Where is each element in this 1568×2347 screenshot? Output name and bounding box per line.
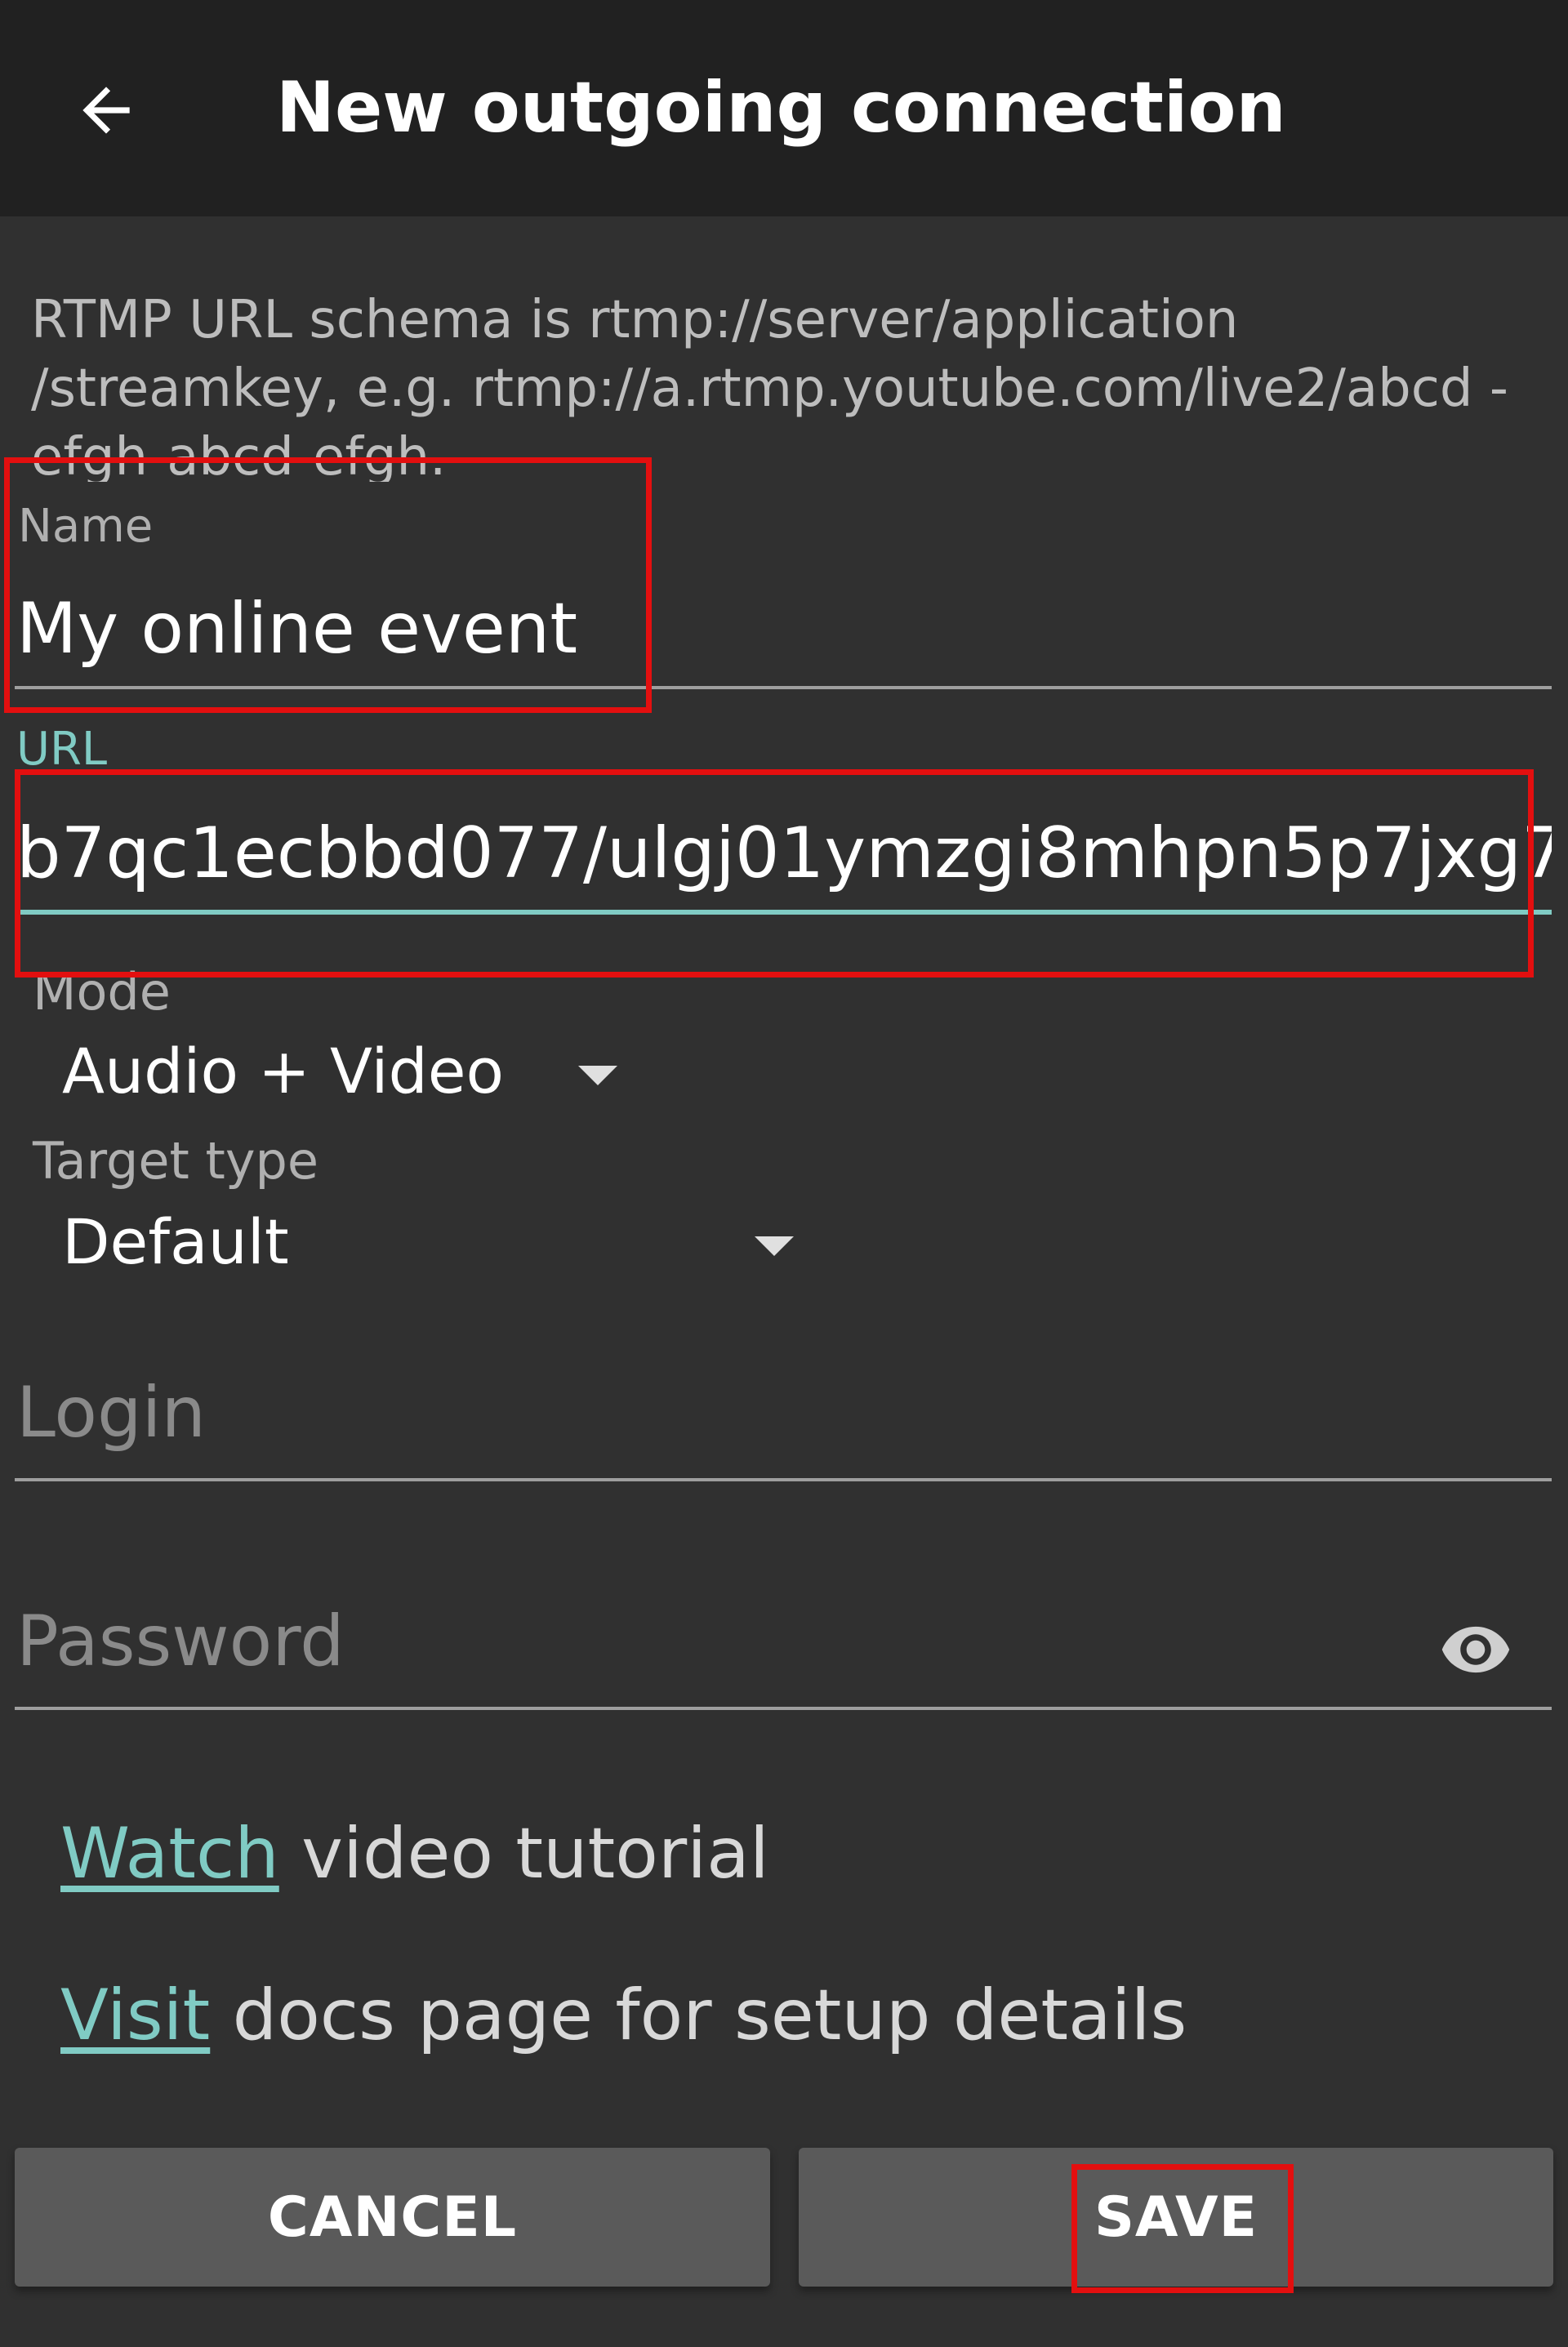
app-bar: New outgoing connection	[0, 0, 1568, 216]
url-underline	[15, 910, 1552, 915]
mode-label: Mode	[33, 962, 171, 1022]
target-type-selected-value: Default	[62, 1205, 289, 1278]
save-button[interactable]: SAVE	[799, 2148, 1553, 2287]
arrow-left-icon	[82, 87, 130, 134]
screen: New outgoing connection RTMP URL schema …	[0, 0, 1568, 2347]
url-input[interactable]: b7qc1ecbbd077/ulgj01ymzgi8mhpn5p7jxg77	[16, 813, 1552, 894]
password-placeholder: Password	[16, 1601, 345, 1682]
name-highlight-box	[4, 457, 652, 713]
name-underline	[15, 686, 1552, 689]
watch-tutorial-line: Watch video tutorial	[60, 1813, 769, 1895]
back-button[interactable]	[57, 61, 155, 159]
name-input[interactable]: My online event	[16, 588, 1552, 670]
url-label: URL	[16, 723, 108, 776]
target-type-dropdown[interactable]: Default	[33, 1194, 833, 1292]
login-placeholder: Login	[16, 1372, 207, 1454]
chevron-down-icon	[578, 1066, 617, 1085]
password-input[interactable]: Password	[15, 1601, 1403, 1715]
name-label: Name	[18, 500, 154, 553]
watch-link[interactable]: Watch	[60, 1813, 279, 1895]
login-underline	[15, 1478, 1552, 1481]
chevron-down-icon	[755, 1236, 794, 1256]
watch-rest-text: video tutorial	[278, 1813, 769, 1895]
visit-link[interactable]: Visit	[60, 1975, 210, 2056]
target-type-label: Target type	[33, 1131, 319, 1191]
mode-selected-value: Audio + Video	[62, 1035, 504, 1107]
password-underline	[15, 1707, 1552, 1710]
eye-icon[interactable]	[1431, 1613, 1521, 1686]
cancel-button[interactable]: CANCEL	[15, 2148, 770, 2287]
login-input[interactable]: Login	[15, 1372, 1552, 1486]
visit-rest-text: docs page for setup details	[210, 1975, 1187, 2056]
rtmp-hint-text: RTMP URL schema is rtmp://server/applica…	[31, 290, 1508, 482]
visit-docs-line: Visit docs page for setup details	[60, 1975, 1187, 2056]
page-title: New outgoing connection	[276, 67, 1286, 149]
mode-dropdown[interactable]: Audio + Video	[33, 1025, 653, 1123]
